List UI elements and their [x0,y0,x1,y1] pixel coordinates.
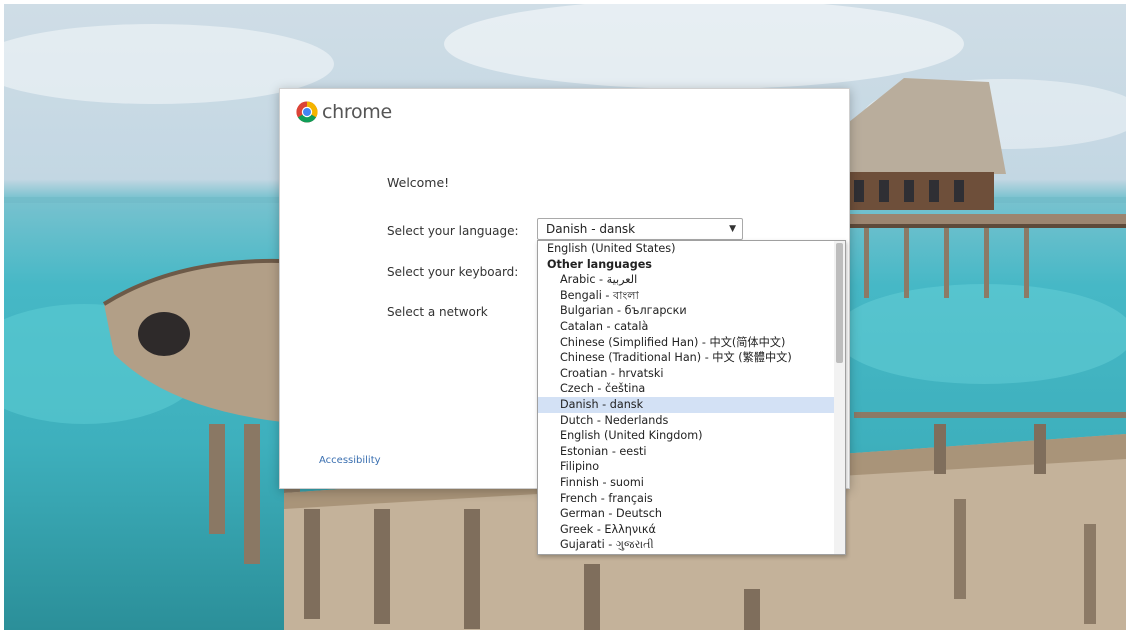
language-option[interactable]: Finnish - suomi [538,475,845,491]
network-label: Select a network [387,305,488,319]
language-option[interactable]: Estonian - eesti [538,444,845,460]
dropdown-scrollbar[interactable] [834,241,845,554]
language-group-label: Other languages [547,257,652,271]
language-option[interactable]: Czech - čeština [538,381,845,397]
welcome-heading: Welcome! [387,175,450,190]
language-option[interactable]: Dutch - Nederlands [538,413,845,429]
language-option[interactable]: Greek - Ελληνικά [538,522,845,538]
language-option[interactable]: Croatian - hrvatski [538,366,845,382]
language-option[interactable]: German - Deutsch [538,506,845,522]
language-option-selected[interactable]: Danish - dansk [538,396,845,413]
language-option[interactable]: Chinese (Traditional Han) - 中文 (繁體中文) [538,350,845,366]
language-option[interactable]: Arabic - العربية [538,272,845,288]
brand: chrome [296,101,392,123]
language-label: Select your language: [387,224,519,238]
language-option[interactable]: Catalan - català [538,319,845,335]
scrollbar-thumb[interactable] [836,243,843,363]
language-select[interactable]: Danish - dansk ▼ [537,218,743,240]
language-option-default[interactable]: English (United States) [538,241,845,257]
language-option[interactable]: French - français [538,491,845,507]
language-select-value: Danish - dansk [546,222,636,236]
brand-name: chrome [322,101,392,123]
language-dropdown-list[interactable]: English (United States) Other languages … [537,240,846,555]
chrome-logo-icon [296,101,318,123]
accessibility-link[interactable]: Accessibility [319,455,381,466]
language-option[interactable]: English (United Kingdom) [538,428,845,444]
language-option[interactable]: Bulgarian - български [538,303,845,319]
language-option[interactable]: Chinese (Simplified Han) - 中文(简体中文) [538,335,845,351]
language-option[interactable]: Bengali - বাংলা [538,288,845,304]
dropdown-caret-icon: ▼ [729,224,736,234]
language-option[interactable]: Filipino [538,459,845,475]
language-option[interactable]: Gujarati - ગુજરાતી [538,537,845,553]
keyboard-label: Select your keyboard: [387,265,519,279]
